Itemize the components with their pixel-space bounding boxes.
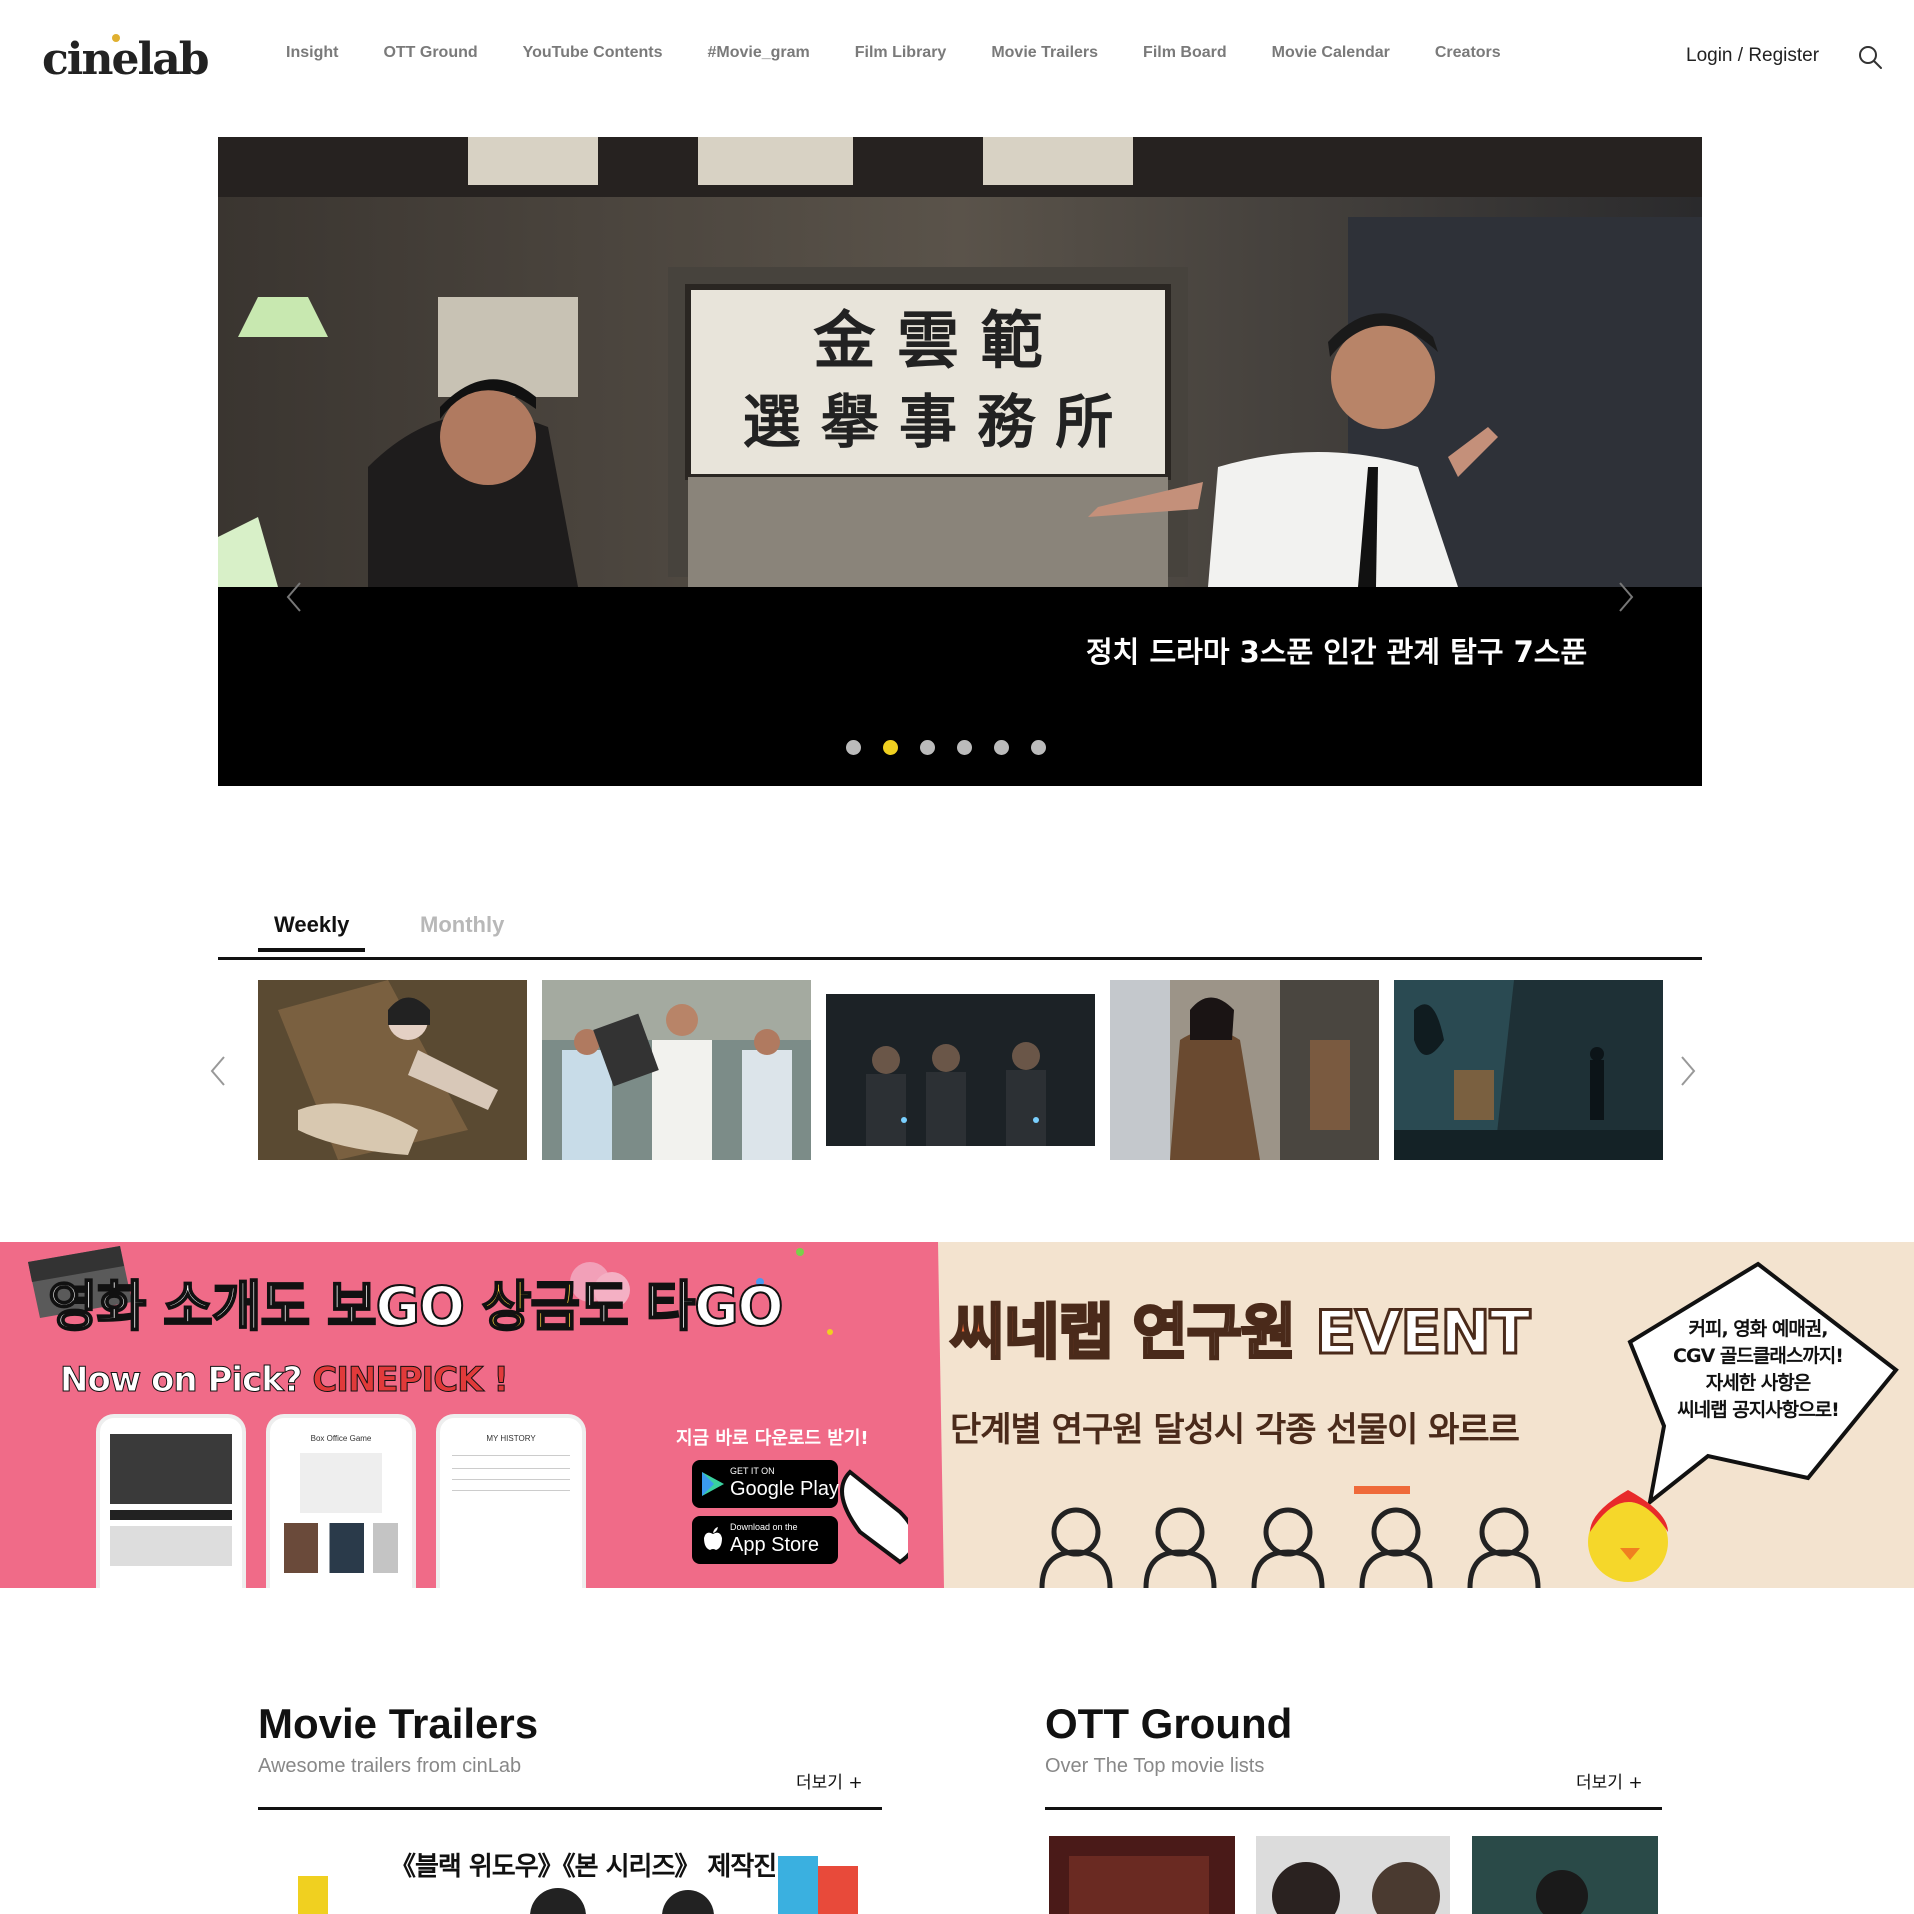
cinepick-banner[interactable]: 영화 소개도 보GO 상금도 타GO Now on Pick? CINEPICK… bbox=[0, 1242, 943, 1588]
ranking-thumbnails bbox=[258, 980, 1663, 1162]
sign-line-2: 選 擧 事 務 所 bbox=[743, 388, 1114, 456]
slide-dot-4[interactable] bbox=[957, 740, 972, 755]
ranking-next-arrow-icon[interactable] bbox=[1676, 1053, 1700, 1089]
main-nav: Insight OTT Ground YouTube Contents #Mov… bbox=[286, 44, 1546, 62]
bubble-line-3: 자세한 사항은 bbox=[1705, 1372, 1812, 1394]
app-store-small-text: Download on the bbox=[730, 1522, 798, 1532]
nav-item-movie-calendar[interactable]: Movie Calendar bbox=[1272, 44, 1390, 62]
tab-weekly[interactable]: Weekly bbox=[257, 912, 366, 952]
hero-pagination bbox=[846, 740, 1046, 755]
nav-item-movie-gram[interactable]: #Movie_gram bbox=[707, 44, 809, 62]
search-icon[interactable] bbox=[1857, 44, 1883, 70]
ranking-tabs: Weekly Monthly bbox=[218, 906, 1702, 960]
slide-dot-5[interactable] bbox=[994, 740, 1009, 755]
app-store-button[interactable]: Download on the App Store bbox=[692, 1516, 838, 1564]
hero-slider: 金 雲 範 選 擧 事 務 所 정치 드라마 3스푼 인간 관계 탐구 7스푼 bbox=[218, 137, 1702, 786]
ott-subtitle: Over The Top movie lists bbox=[1045, 1755, 1265, 1777]
event-bubble-text: 커피, 영화 예매권, CGV 골드클래스까지! 자세한 사항은 씨네랩 공지사… bbox=[1658, 1316, 1858, 1424]
ott-title: OTT Ground bbox=[1045, 1700, 1293, 1747]
researcher-event-banner[interactable]: 씨네랩 연구원 EVENT 단계별 연구원 달성시 각종 선물이 와르르 커피,… bbox=[908, 1242, 1914, 1588]
logo-text: cinelab bbox=[42, 34, 209, 85]
trailer-preview-text: 《블랙 위도우》《본 시리즈》 제작진 bbox=[390, 1852, 777, 1882]
login-register-link[interactable]: Login / Register bbox=[1686, 45, 1819, 67]
cinepick-subtitle-b: CINEPICK ! bbox=[312, 1360, 509, 1401]
phone-2-header: Box Office Game bbox=[310, 1434, 372, 1443]
trailers-title: Movie Trailers bbox=[258, 1700, 539, 1747]
google-play-icon bbox=[702, 1472, 724, 1496]
slide-dot-1[interactable] bbox=[846, 740, 861, 755]
slide-dot-2[interactable] bbox=[883, 740, 898, 755]
nav-item-film-board[interactable]: Film Board bbox=[1143, 44, 1227, 62]
ranking-thumb-1[interactable] bbox=[258, 980, 527, 1160]
phone-3-header: MY HISTORY bbox=[486, 1434, 536, 1443]
cinelab-logo[interactable]: cinelab bbox=[42, 30, 209, 90]
google-play-big-text: Google Play bbox=[730, 1478, 839, 1500]
nav-item-movie-trailers[interactable]: Movie Trailers bbox=[991, 44, 1098, 62]
slide-dot-6[interactable] bbox=[1031, 740, 1046, 755]
hero-caption[interactable]: 정치 드라마 3스푼 인간 관계 탐구 7스푼 bbox=[1086, 629, 1587, 671]
ranking-prev-arrow-icon[interactable] bbox=[206, 1053, 230, 1089]
tab-monthly[interactable]: Monthly bbox=[420, 912, 504, 938]
cinepick-title-b: 상금 bbox=[481, 1274, 581, 1339]
apple-icon bbox=[704, 1527, 722, 1550]
ranking-thumb-5[interactable] bbox=[1394, 980, 1663, 1160]
ott-poster-1[interactable] bbox=[1049, 1836, 1235, 1914]
nav-item-film-library[interactable]: Film Library bbox=[855, 44, 947, 62]
trailers-more-link[interactable]: 더보기 + bbox=[796, 1768, 863, 1793]
event-title: 씨네랩 연구원 EVENT bbox=[949, 1284, 1533, 1371]
nav-item-creators[interactable]: Creators bbox=[1435, 44, 1501, 62]
event-title-b: 연구원 EVENT bbox=[1112, 1297, 1532, 1370]
cinepick-title: 영화 소개도 보GO 상금도 타GO bbox=[47, 1262, 784, 1341]
hero-image[interactable]: 金 雲 範 選 擧 事 務 所 bbox=[218, 137, 1702, 587]
ott-divider bbox=[1045, 1807, 1662, 1810]
cinepick-title-c: 도 타GO bbox=[578, 1274, 784, 1339]
sign-line-1: 金 雲 範 bbox=[812, 304, 1042, 377]
cinepick-subtitle: Now on Pick? CINEPICK ! bbox=[59, 1360, 509, 1401]
slide-dot-3[interactable] bbox=[920, 740, 935, 755]
nav-item-youtube-contents[interactable]: YouTube Contents bbox=[523, 44, 663, 62]
bubble-line-2: CGV 골드클래스까지! bbox=[1673, 1345, 1844, 1367]
phone-mockup-1 bbox=[96, 1414, 246, 1588]
app-store-big-text: App Store bbox=[730, 1534, 819, 1556]
event-subtitle: 단계별 연구원 달성시 각종 선물이 와르르 bbox=[950, 1410, 1520, 1450]
ott-poster-3[interactable] bbox=[1472, 1836, 1658, 1914]
page: cinelab Insight OTT Ground YouTube Conte… bbox=[0, 0, 1914, 1914]
ranking-thumb-3[interactable] bbox=[826, 980, 1095, 1160]
researcher-characters bbox=[1039, 1486, 1668, 1588]
ranking-thumb-2[interactable] bbox=[542, 980, 811, 1160]
hero-next-arrow-icon[interactable] bbox=[1610, 577, 1640, 617]
cinepick-subtitle-a: Now on Pick? bbox=[59, 1360, 313, 1401]
bubble-line-1: 커피, 영화 예매권, bbox=[1688, 1318, 1828, 1340]
ranking-thumb-4[interactable] bbox=[1110, 980, 1379, 1160]
event-title-a: 씨네랩 bbox=[949, 1297, 1116, 1370]
bubble-line-4: 씨네랩 공지사항으로! bbox=[1677, 1399, 1840, 1421]
download-text: 지금 바로 다운로드 받기! bbox=[676, 1428, 869, 1449]
ott-more-link[interactable]: 더보기 + bbox=[1576, 1768, 1643, 1793]
trailers-subtitle: Awesome trailers from cinLab bbox=[258, 1755, 522, 1777]
phone-mockup-2: Box Office Game bbox=[266, 1414, 416, 1588]
google-play-small-text: GET IT ON bbox=[730, 1466, 775, 1476]
hero-prev-arrow-icon[interactable] bbox=[280, 577, 310, 617]
cinepick-title-a: 영화 소개도 보GO bbox=[47, 1274, 482, 1339]
google-play-button[interactable]: GET IT ON Google Play bbox=[692, 1460, 839, 1508]
phone-mockup-3: MY HISTORY bbox=[436, 1414, 586, 1588]
nav-item-ott-ground[interactable]: OTT Ground bbox=[383, 44, 477, 62]
ott-poster-2[interactable] bbox=[1256, 1836, 1450, 1914]
trailer-preview[interactable]: 《블랙 위도우》《본 시리즈》 제작진 bbox=[258, 1836, 882, 1914]
logo-dot bbox=[112, 34, 120, 42]
nav-item-insight[interactable]: Insight bbox=[286, 44, 338, 62]
trailers-divider bbox=[258, 1807, 882, 1810]
